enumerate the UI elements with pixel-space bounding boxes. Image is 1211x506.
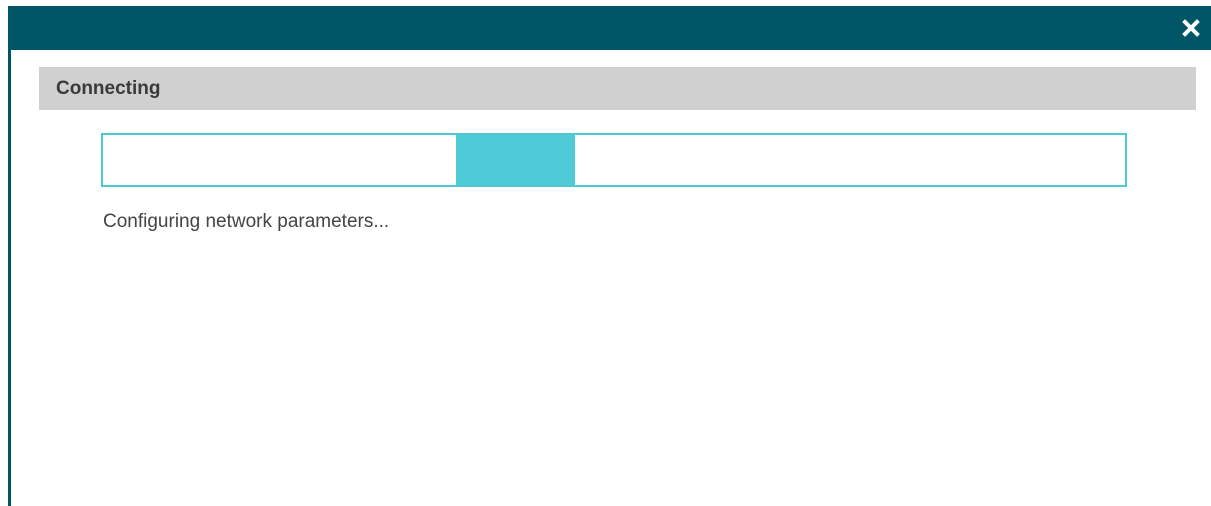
connecting-dialog: Connecting Configuring network parameter…: [8, 6, 1211, 506]
close-button[interactable]: [1181, 18, 1201, 38]
progress-indicator-segment: [455, 135, 576, 185]
dialog-header: Connecting: [39, 67, 1196, 110]
dialog-title: Connecting: [56, 78, 161, 99]
progress-bar: [101, 133, 1127, 187]
close-icon: [1182, 19, 1200, 37]
dialog-titlebar: [8, 6, 1211, 50]
status-message: Configuring network parameters...: [103, 211, 390, 232]
